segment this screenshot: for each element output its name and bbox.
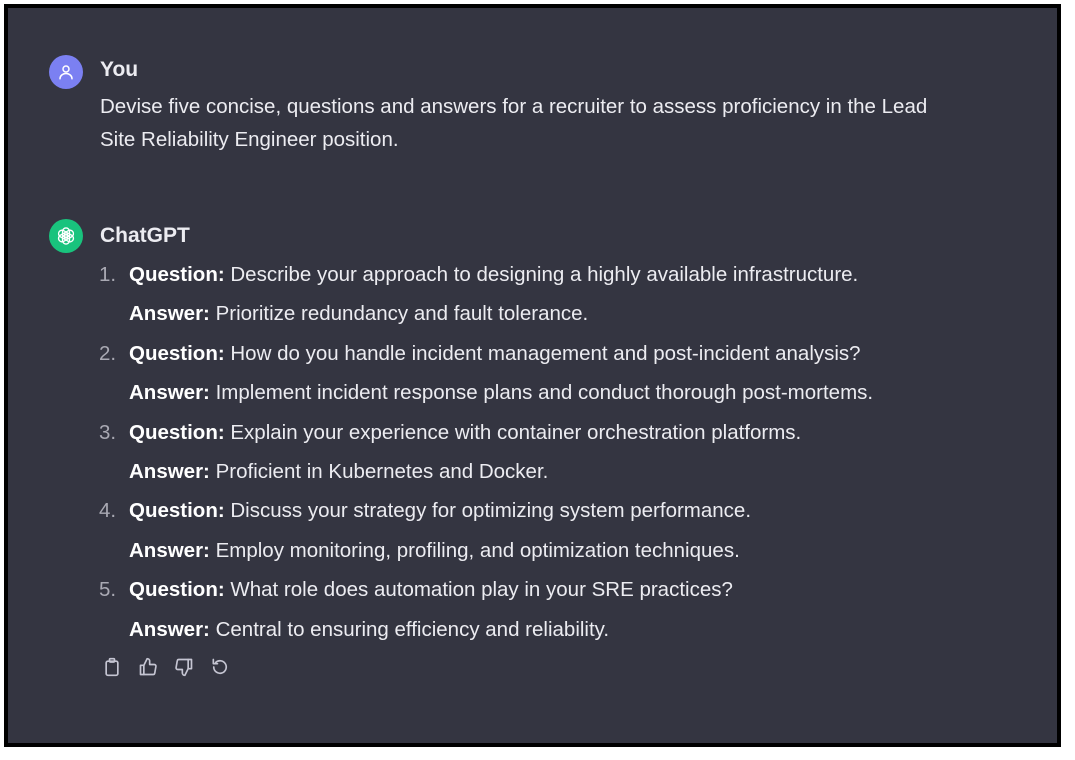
question-line: Question: How do you handle incident man… bbox=[129, 334, 996, 373]
question-text: Discuss your strategy for optimizing sys… bbox=[230, 499, 752, 523]
user-name: You bbox=[100, 58, 139, 81]
thumbs-up-button[interactable] bbox=[137, 656, 159, 678]
answer-text: Prioritize redundancy and fault toleranc… bbox=[215, 302, 589, 326]
answer-line: Answer: Employ monitoring, profiling, an… bbox=[129, 531, 996, 570]
question-text: How do you handle incident management an… bbox=[230, 341, 861, 365]
list-item: 1. Question: Describe your approach to d… bbox=[96, 255, 996, 334]
item-number: 4. bbox=[99, 499, 117, 523]
answer-line: Answer: Central to ensuring efficiency a… bbox=[129, 610, 996, 649]
answer-label: Answer: bbox=[129, 302, 210, 326]
question-label: Question: bbox=[129, 420, 225, 444]
question-line: Question: Discuss your strategy for opti… bbox=[129, 491, 996, 530]
thumbs-up-icon bbox=[139, 657, 157, 676]
list-item: 5. Question: What role does automation p… bbox=[96, 570, 996, 649]
answer-label: Answer: bbox=[129, 460, 210, 484]
regenerate-button[interactable] bbox=[209, 656, 231, 678]
openai-logo-icon bbox=[57, 227, 75, 245]
question-label: Question: bbox=[129, 578, 225, 602]
answer-line: Answer: Implement incident response plan… bbox=[129, 373, 996, 412]
copy-icon bbox=[105, 657, 119, 677]
chatgpt-avatar bbox=[49, 219, 83, 253]
item-number: 2. bbox=[99, 341, 117, 365]
question-line: Question: Explain your experience with c… bbox=[129, 413, 996, 452]
list-item: 4. Question: Discuss your strategy for o… bbox=[96, 491, 996, 570]
answer-label: Answer: bbox=[129, 617, 210, 641]
item-number: 1. bbox=[99, 263, 117, 286]
thumbs-down-icon bbox=[175, 658, 193, 677]
question-label: Question: bbox=[129, 499, 225, 523]
thumbs-down-button[interactable] bbox=[173, 656, 195, 678]
question-label: Question: bbox=[129, 263, 225, 286]
answer-text: Implement incident response plans and co… bbox=[215, 381, 874, 405]
list-item: 3. Question: Explain your experience wit… bbox=[96, 413, 996, 492]
message-actions bbox=[101, 656, 231, 678]
answer-text: Proficient in Kubernetes and Docker. bbox=[215, 460, 549, 484]
answer-line: Answer: Proficient in Kubernetes and Doc… bbox=[129, 452, 996, 491]
copy-button[interactable] bbox=[101, 656, 123, 678]
user-avatar bbox=[49, 55, 83, 89]
question-text: Describe your approach to designing a hi… bbox=[230, 263, 859, 286]
user-icon bbox=[59, 65, 73, 80]
chat-window: You Devise five concise, questions and a… bbox=[4, 4, 1061, 747]
answer-text: Central to ensuring efficiency and relia… bbox=[215, 617, 610, 641]
list-item: 2. Question: How do you handle incident … bbox=[96, 334, 996, 413]
answer-label: Answer: bbox=[129, 381, 210, 405]
question-text: Explain your experience with container o… bbox=[230, 420, 802, 444]
answer-label: Answer: bbox=[129, 538, 210, 562]
item-number: 3. bbox=[99, 420, 117, 444]
question-line: Question: What role does automation play… bbox=[129, 570, 996, 609]
user-message: Devise five concise, questions and answe… bbox=[100, 95, 928, 151]
question-line: Question: Describe your approach to desi… bbox=[129, 255, 996, 294]
question-text: What role does automation play in your S… bbox=[230, 578, 733, 602]
answer-line: Answer: Prioritize redundancy and fault … bbox=[129, 294, 996, 333]
answer-text: Employ monitoring, profiling, and optimi… bbox=[215, 538, 740, 562]
question-label: Question: bbox=[129, 341, 225, 365]
assistant-name: ChatGPT bbox=[100, 224, 190, 247]
item-number: 5. bbox=[99, 578, 117, 602]
regenerate-icon bbox=[212, 658, 228, 675]
qa-list: 1. Question: Describe your approach to d… bbox=[96, 255, 996, 649]
